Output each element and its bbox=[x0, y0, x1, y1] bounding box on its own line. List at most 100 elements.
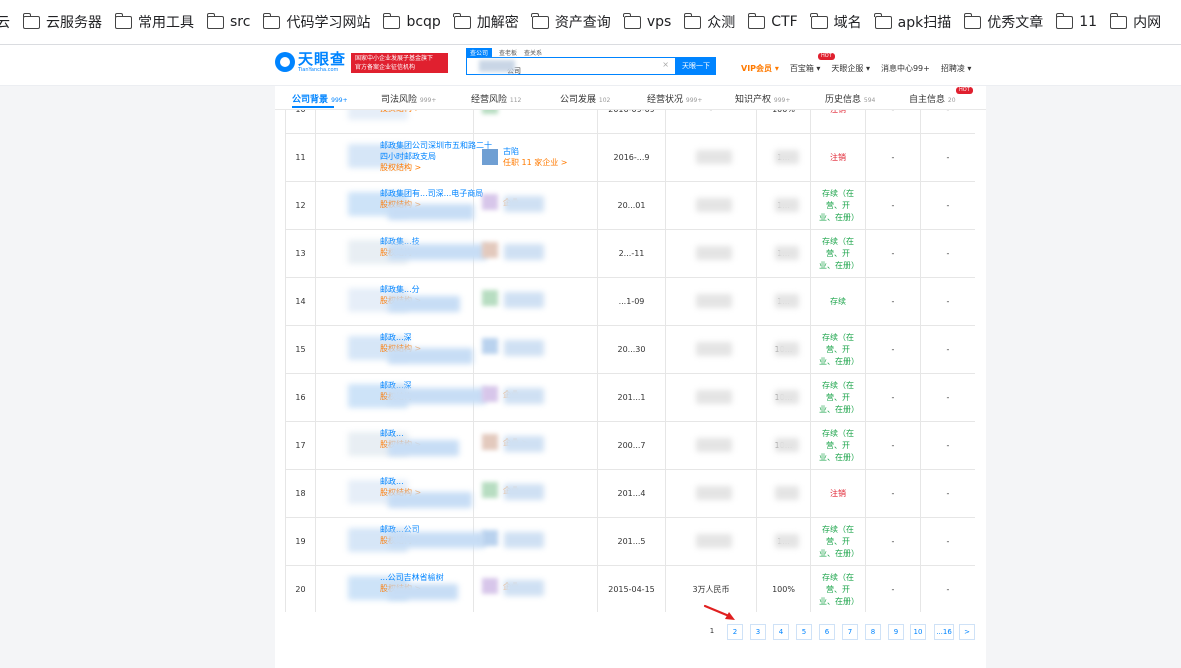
bookmark-folder[interactable]: 优秀文章 bbox=[963, 12, 1043, 32]
redacted-capital bbox=[696, 390, 732, 404]
bookmark-folder[interactable]: apk扫描 bbox=[874, 12, 951, 32]
legal-person[interactable]: 任职 12 家企业 > bbox=[482, 110, 568, 114]
row-index: 19 bbox=[285, 517, 316, 566]
logo-subtext: TianYancha.com bbox=[298, 67, 339, 73]
status-badge: 存续（在营、开业、在册） bbox=[810, 181, 866, 230]
bookmark-folder[interactable]: 加解密 bbox=[453, 12, 519, 32]
bookmark-folder[interactable]: 云服务器 bbox=[22, 12, 102, 32]
avatar bbox=[482, 482, 498, 498]
status-badge: 存续（在营、开业、在册） bbox=[810, 517, 866, 566]
status-text: 注销 bbox=[830, 489, 846, 498]
page-button[interactable]: 9 bbox=[888, 624, 904, 640]
extra-col-1: - bbox=[865, 565, 921, 612]
bookmark-folder[interactable]: 11 bbox=[1055, 12, 1097, 32]
bookmark-folder[interactable]: vps bbox=[623, 12, 671, 32]
established-date: 20...30 bbox=[597, 325, 666, 374]
tab-business-risk[interactable]: 经营风险 112 bbox=[471, 92, 521, 105]
bookmark-folder[interactable]: bcqp bbox=[383, 12, 441, 32]
folder-icon bbox=[383, 12, 401, 29]
search-input[interactable] bbox=[507, 64, 687, 78]
redacted-name bbox=[388, 244, 487, 260]
bookmark-folder[interactable]: 众测 bbox=[683, 12, 735, 32]
company-cell: 邮政...股权结构 > bbox=[315, 421, 474, 470]
page-button[interactable]: 2 bbox=[727, 624, 743, 640]
nav-enterprise-service[interactable]: 天眼企服 ▾ bbox=[831, 63, 870, 74]
investment-ratio: 1... bbox=[756, 517, 811, 566]
extra-col-2: - bbox=[920, 565, 975, 612]
legal-person[interactable] bbox=[482, 338, 503, 354]
legal-person-roles-link[interactable]: 任职 11 家企业 > bbox=[503, 157, 568, 168]
nav-messages[interactable]: 消息中心99+ bbox=[881, 63, 930, 74]
extra-col-1: - bbox=[865, 277, 921, 326]
page-button[interactable]: 10 bbox=[910, 624, 926, 640]
redacted-capital bbox=[696, 342, 732, 356]
redacted-name bbox=[388, 388, 486, 404]
tab-operation-status[interactable]: 经营状况 999+ bbox=[647, 92, 702, 105]
folder-icon bbox=[453, 12, 471, 29]
redacted-ratio bbox=[775, 150, 799, 164]
clear-icon[interactable]: × bbox=[662, 60, 669, 69]
tab-self-info[interactable]: 自主信息 20 bbox=[909, 92, 956, 105]
folder-icon bbox=[874, 12, 892, 29]
redacted-capital bbox=[696, 486, 732, 500]
bookmark-folder[interactable]: 代码学习网站 bbox=[263, 12, 370, 32]
page-button[interactable]: 7 bbox=[842, 624, 858, 640]
redacted-name bbox=[388, 348, 473, 364]
folder-icon bbox=[206, 12, 224, 29]
bookmark-folder[interactable]: src bbox=[206, 12, 250, 32]
legal-person-roles-link[interactable]: 任职 12 家企业 > bbox=[503, 110, 568, 112]
page-button[interactable]: 8 bbox=[865, 624, 881, 640]
company-cell: 邮政...深股权结构 > bbox=[315, 373, 486, 422]
table-row: 12邮政集团有...司深...电子商局股权结构 >企业20...01 1...存续… bbox=[285, 181, 975, 230]
promo-banner[interactable]: 国家中小企业发展子基金旗下 官方备案企业征信机构 bbox=[351, 53, 448, 73]
folder-icon bbox=[531, 12, 549, 29]
legal-person[interactable] bbox=[482, 242, 503, 258]
page-button[interactable]: 6 bbox=[819, 624, 835, 640]
page-button[interactable]: 3 bbox=[750, 624, 766, 640]
bookmark-partial[interactable]: 云 bbox=[0, 12, 10, 32]
row-index: 17 bbox=[285, 421, 316, 470]
search-button[interactable]: 天眼一下 bbox=[676, 57, 716, 75]
legal-person[interactable]: 古陷 任职 11 家企业 > bbox=[482, 146, 568, 168]
status-badge: 存续（在营、开业、在册） bbox=[810, 325, 866, 374]
registered-capital: - bbox=[665, 110, 757, 134]
site-logo[interactable]: 天眼查 TianYancha.com bbox=[275, 51, 346, 73]
bookmark-folder[interactable]: CTF bbox=[747, 12, 798, 32]
tab-hot-badge: HOT bbox=[956, 87, 973, 94]
redacted-capital bbox=[696, 246, 732, 260]
search-tab-boss[interactable]: 查老板 bbox=[499, 48, 517, 57]
redacted-capital bbox=[696, 438, 732, 452]
page-button[interactable]: 5 bbox=[796, 624, 812, 640]
tab-company-background[interactable]: 公司背景 999+ bbox=[292, 92, 348, 105]
extra-col-1: - bbox=[865, 325, 921, 374]
avatar bbox=[482, 386, 498, 402]
tab-intellectual-property[interactable]: 知识产权 999+ bbox=[735, 92, 790, 105]
bookmark-folder[interactable]: 资产查询 bbox=[531, 12, 611, 32]
bookmark-folder[interactable]: 内网 bbox=[1109, 12, 1161, 32]
nav-toolbox[interactable]: 百宝箱 ▾ bbox=[790, 63, 821, 74]
status-text: 存续（在营、开业、在册） bbox=[819, 572, 859, 606]
status-badge: 存续（在营、开业、在册） bbox=[810, 421, 866, 470]
redacted-ratio bbox=[775, 246, 799, 260]
bookmark-folder[interactable]: 域名 bbox=[810, 12, 862, 32]
tab-legal-risk[interactable]: 司法风险 999+ bbox=[381, 92, 436, 105]
search-tab-company[interactable]: 查公司 bbox=[466, 48, 493, 57]
redacted-person bbox=[504, 196, 544, 212]
search-tab-relation[interactable]: 查关系 bbox=[524, 48, 542, 57]
legal-person[interactable] bbox=[482, 290, 503, 306]
tab-history[interactable]: 历史信息 594 bbox=[825, 92, 875, 105]
legal-person-name[interactable]: 古陷 bbox=[503, 146, 568, 157]
nav-user[interactable]: 招聘凌 ▾ bbox=[941, 63, 972, 74]
page-button[interactable]: 4 bbox=[773, 624, 789, 640]
page-button[interactable]: 1 bbox=[704, 624, 720, 640]
nav-vip[interactable]: VIP会员 ▾ bbox=[741, 63, 779, 74]
tab-company-development[interactable]: 公司发展 102 bbox=[560, 92, 610, 105]
company-cell: 邮政集团有...司深...电子商局股权结构 > bbox=[315, 181, 483, 230]
next-page-button[interactable]: > bbox=[959, 624, 975, 640]
extra-col-2: - bbox=[920, 181, 975, 230]
legal-person[interactable] bbox=[482, 530, 503, 546]
bookmark-label: 代码学习网站 bbox=[286, 15, 371, 31]
bookmark-folder[interactable]: 常用工具 bbox=[114, 12, 194, 32]
page-button[interactable]: ...16 bbox=[934, 624, 954, 640]
legal-person-cell bbox=[473, 277, 598, 326]
